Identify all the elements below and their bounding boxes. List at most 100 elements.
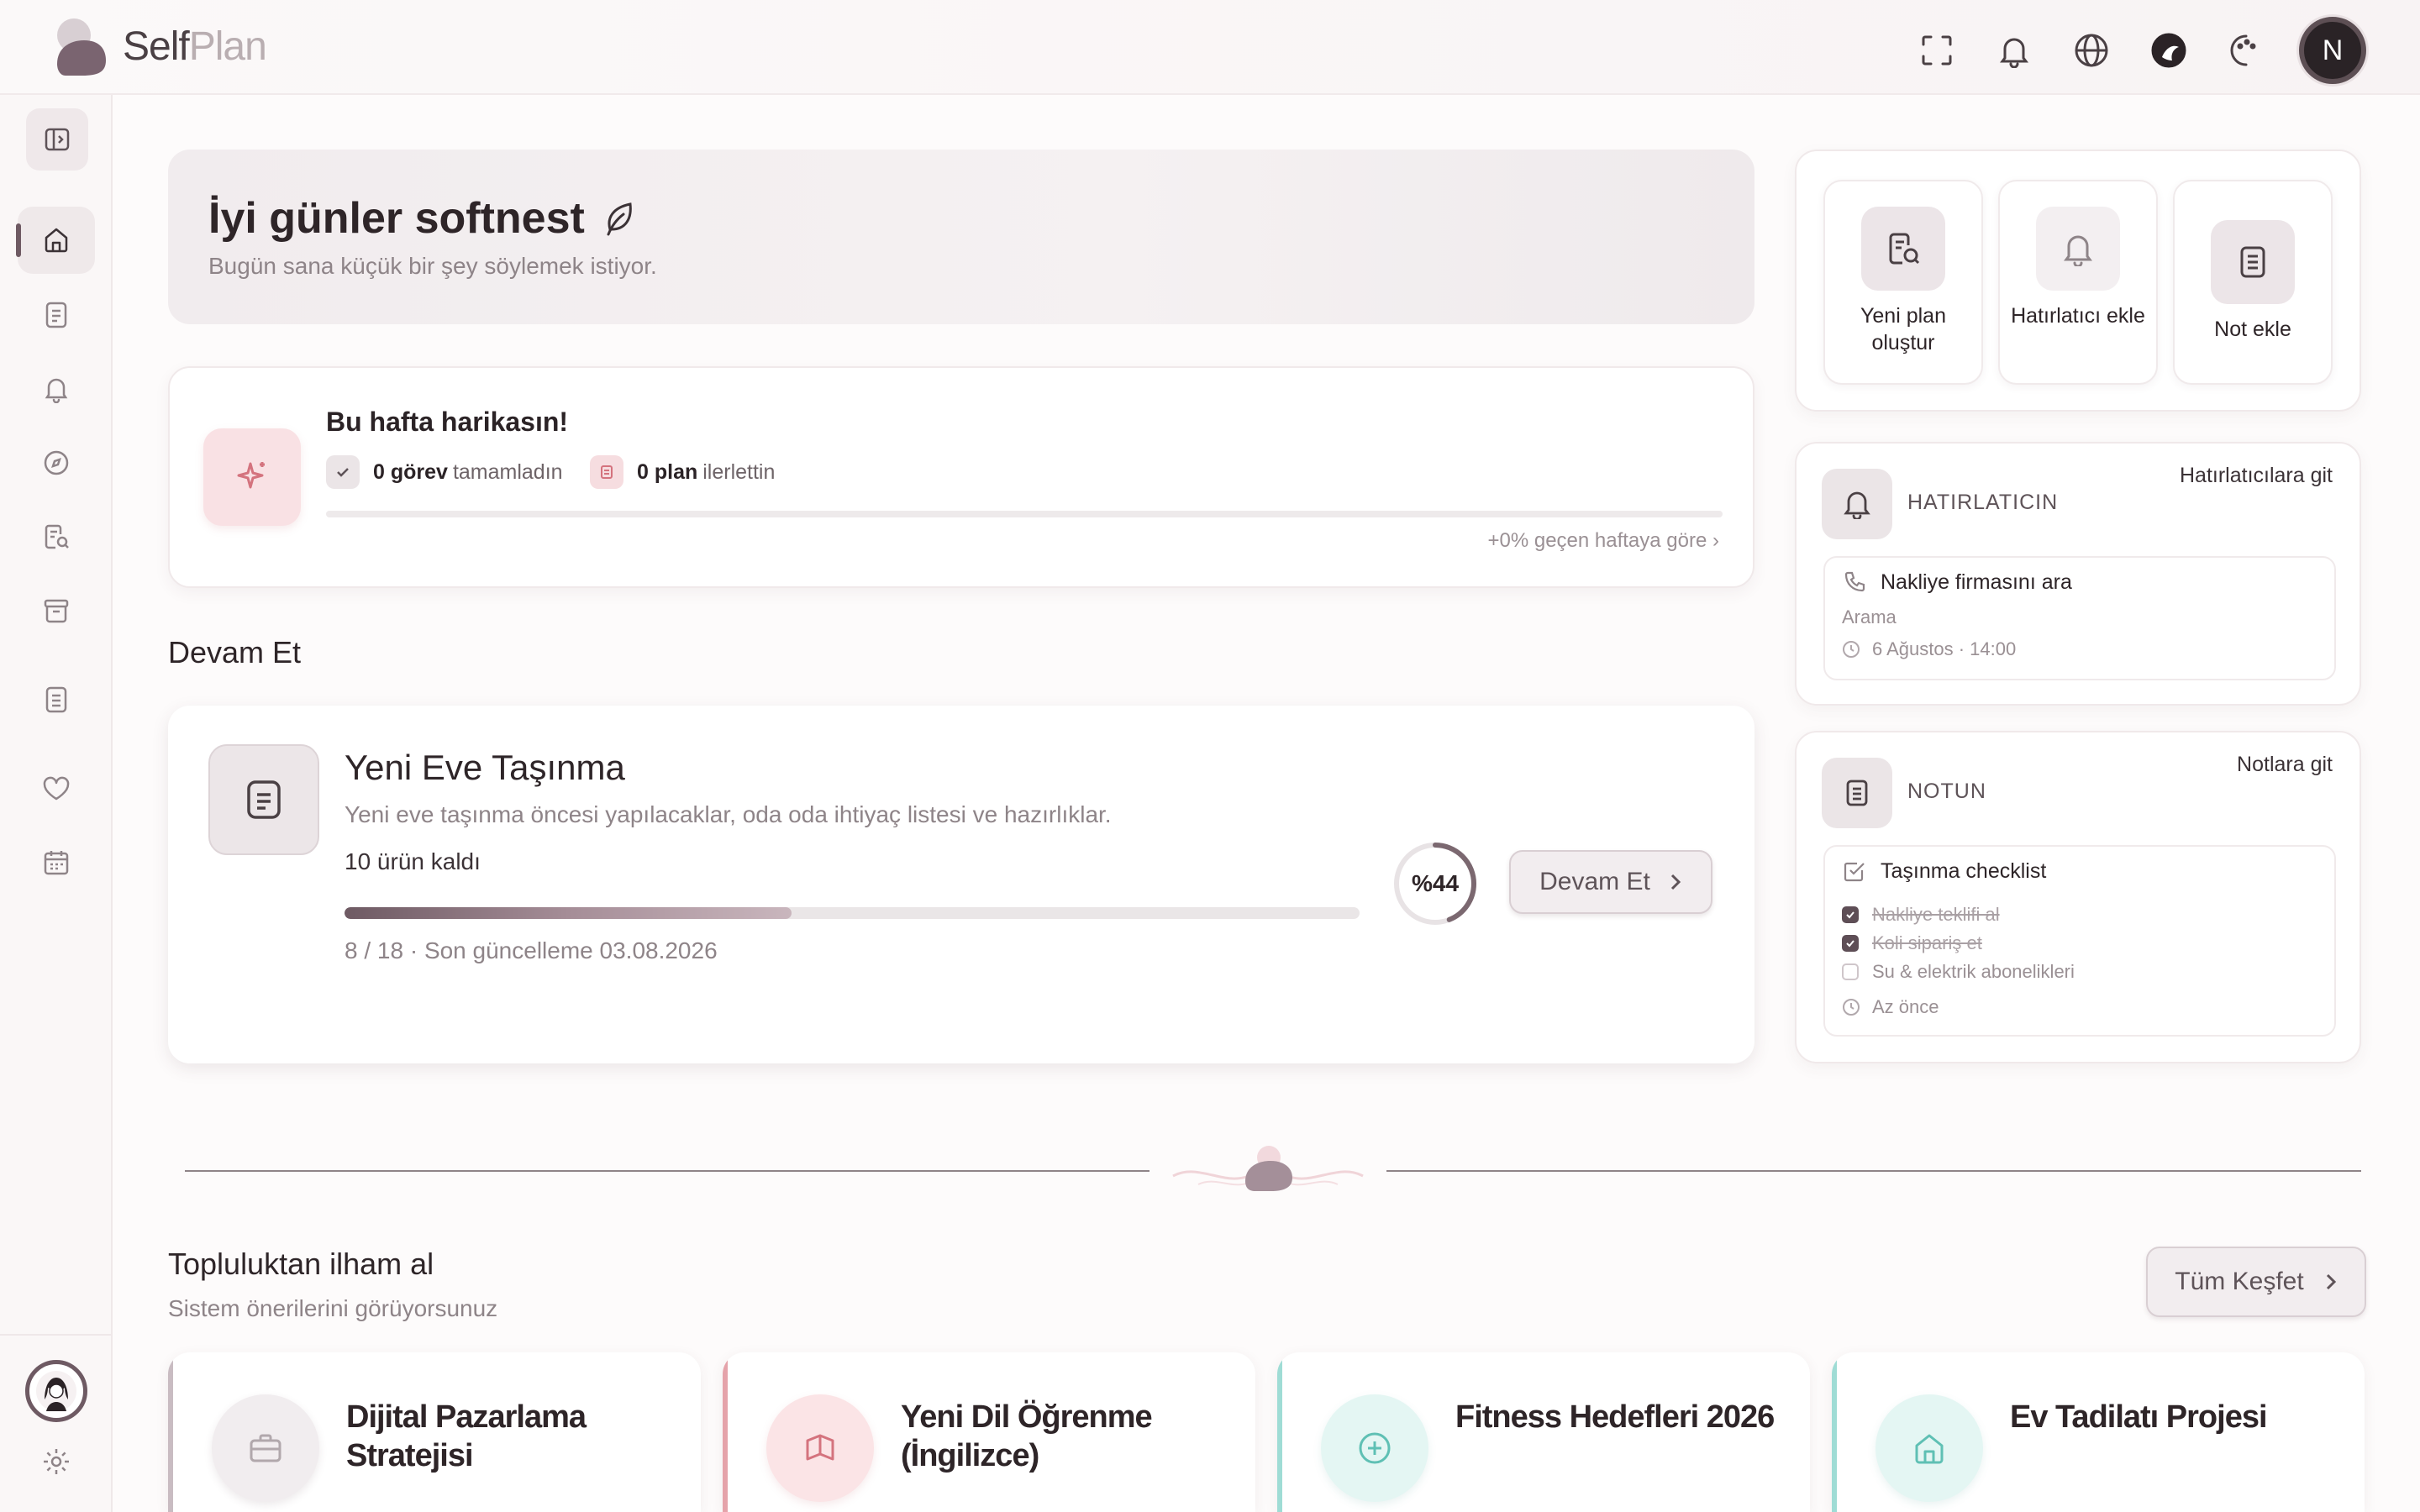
community-title: Topluluktan ilham al [168,1247,434,1281]
checkbox-unchecked[interactable] [1842,963,1859,980]
fullscreen-icon[interactable] [1907,21,1966,80]
sidebar-divider [0,1334,113,1336]
sidebar-item-home[interactable] [16,207,95,274]
plan-icon-box [208,744,319,855]
plan-title: Yeni Eve Taşınma [345,748,625,787]
sidebar-item-templates[interactable] [18,503,95,570]
weekly-comparison-link[interactable]: +0% geçen haftaya göre › [1487,529,1719,553]
note-icon [45,686,67,713]
settings-gear-icon[interactable] [40,1446,72,1478]
chevron-right-icon [2326,1273,2336,1290]
reminders-link[interactable]: Hatırlatıcılara git [2180,464,2333,488]
user-avatar-button[interactable]: N [2299,17,2366,84]
explore-all-label: Tüm Keşfet [2175,1268,2304,1295]
continue-button-label: Devam Et [1539,868,1650,895]
community-card[interactable]: Ev Tadilatı Projesi [1832,1352,2365,1512]
reminder-panel: HATIRLATICIN Hatırlatıcılara git Nakliye… [1795,442,2361,706]
plan-description: Yeni eve taşınma öncesi yapılacaklar, od… [345,801,1112,827]
app-name-main: Self [123,24,190,69]
card-icon [212,1394,319,1502]
plan-progress-fill [345,907,792,919]
reminder-type: Arama [1842,606,1897,627]
home-icon [45,228,68,253]
clock-icon [1843,999,1860,1016]
card-icon [1876,1394,1983,1502]
note-item[interactable]: Taşınma checklist Nakliye teklifi al Kol… [1823,845,2336,1037]
notes-link[interactable]: Notlara git [2237,753,2333,777]
card-accent [1832,1352,1837,1512]
sidebar-toggle-button[interactable] [26,108,88,171]
top-actions: N [1889,17,2366,84]
sparkle-badge [203,428,301,526]
greeting-banner: İyi günler softnest Bugün sana küçük bir… [168,150,1754,324]
explore-all-button[interactable]: Tüm Keşfet [2146,1247,2366,1317]
quick-actions-panel: Yeni plan oluştur Hatırlatıcı ekle Not e… [1795,150,2361,412]
continue-section-title: Devam Et [168,635,302,669]
quick-action-label: Yeni plan oluştur [1860,304,1946,354]
checklist-item[interactable]: Su & elektrik abonelikleri [1842,961,2075,983]
community-card[interactable]: Fitness Hedefleri 2026 [1277,1352,1810,1512]
plan-mini-icon [590,455,623,489]
profile-avatar[interactable] [25,1360,87,1422]
progress-percent-label: %44 [1411,870,1460,896]
app-logo[interactable]: SelfPlan [52,15,267,77]
sidebar-item-explore[interactable] [18,429,95,496]
greeting-subtitle: Bugün sana küçük bir şey söylemek istiyo… [208,253,657,279]
continue-plan-card[interactable]: Yeni Eve Taşınma Yeni eve taşınma öncesi… [168,706,1754,1063]
quick-action-add-note[interactable]: Not ekle [2173,180,2333,385]
sparkle-icon [237,462,265,489]
quick-action-label: Not ekle [2214,318,2291,341]
top-bar: SelfPlan N [0,0,2420,95]
app-name-accent: Plan [188,24,267,69]
sidebar-item-archive[interactable] [18,577,95,644]
theme-icon[interactable] [2139,21,2198,80]
sidebar-item-notes[interactable] [18,666,95,733]
note-panel-icon [1822,758,1892,828]
note-panel-title: NOTUN [1907,780,1986,803]
note-icon [2240,246,2265,278]
plans-value: 0 plan [637,459,698,484]
reminder-panel-icon [1822,469,1892,539]
card-accent [168,1352,173,1512]
checklist-item[interactable]: Nakliye teklifi al [1842,904,2000,926]
quick-action-add-reminder[interactable]: Hatırlatıcı ekle [1998,180,2158,385]
sidebar-item-plans[interactable] [18,281,95,349]
plan-search-icon [45,524,69,549]
weekly-title: Bu hafta harikasın! [326,407,569,437]
weekly-summary-card: Bu hafta harikasın! 0 görev tamamladın 0 … [168,366,1754,588]
quick-action-label: Hatırlatıcı ekle [2011,304,2145,328]
bell-icon [1844,491,1870,519]
heart-icon [43,776,70,801]
continue-button[interactable]: Devam Et [1509,850,1712,914]
quick-action-new-plan[interactable]: Yeni plan oluştur [1823,180,1983,385]
reminder-item[interactable]: Nakliye firmasını ara Arama 6 Ağustos · … [1823,556,2336,680]
card-title: Fitness Hedefleri 2026 [1455,1399,1775,1435]
card-title: Yeni Dil Öğrenme (İngilizce) [901,1399,1153,1473]
sidebar-item-reminders[interactable] [18,355,95,423]
sidebar-item-calendar[interactable] [18,829,95,896]
plan-progress-bar [345,907,1360,919]
sidebar-item-favorites[interactable] [18,755,95,822]
profile-face-icon [36,1371,76,1411]
notification-bell-icon[interactable] [1985,21,2044,80]
checklist-icon [1844,862,1865,882]
palette-icon[interactable] [2217,21,2275,80]
checkbox-checked[interactable] [1842,935,1859,952]
document-icon [45,302,67,328]
community-card[interactable]: Yeni Dil Öğrenme (İngilizce) [723,1352,1255,1512]
community-subtitle: Sistem önerilerini görüyorsunuz [168,1295,498,1321]
calendar-icon [44,851,69,875]
note-panel: NOTUN Notlara git Taşınma checklist Nakl… [1795,731,2361,1063]
card-accent [723,1352,728,1512]
checklist-item[interactable]: Koli sipariş et [1842,932,1982,954]
tasks-text: tamamladın [452,459,563,484]
checklist-item-text: Nakliye teklifi al [1872,904,2000,925]
community-card[interactable]: Dijital Pazarlama Stratejisi [168,1352,701,1512]
plan-remaining: 10 ürün kaldı [345,848,481,874]
reminder-panel-title: HATIRLATICIN [1907,491,2059,514]
language-globe-icon[interactable] [2062,21,2121,80]
reminder-title: Nakliye firmasını ara [1881,570,2072,594]
plans-progressed-stat: 0 plan ilerlettin [590,455,775,489]
leaf-icon [607,202,632,236]
checkbox-checked[interactable] [1842,906,1859,923]
